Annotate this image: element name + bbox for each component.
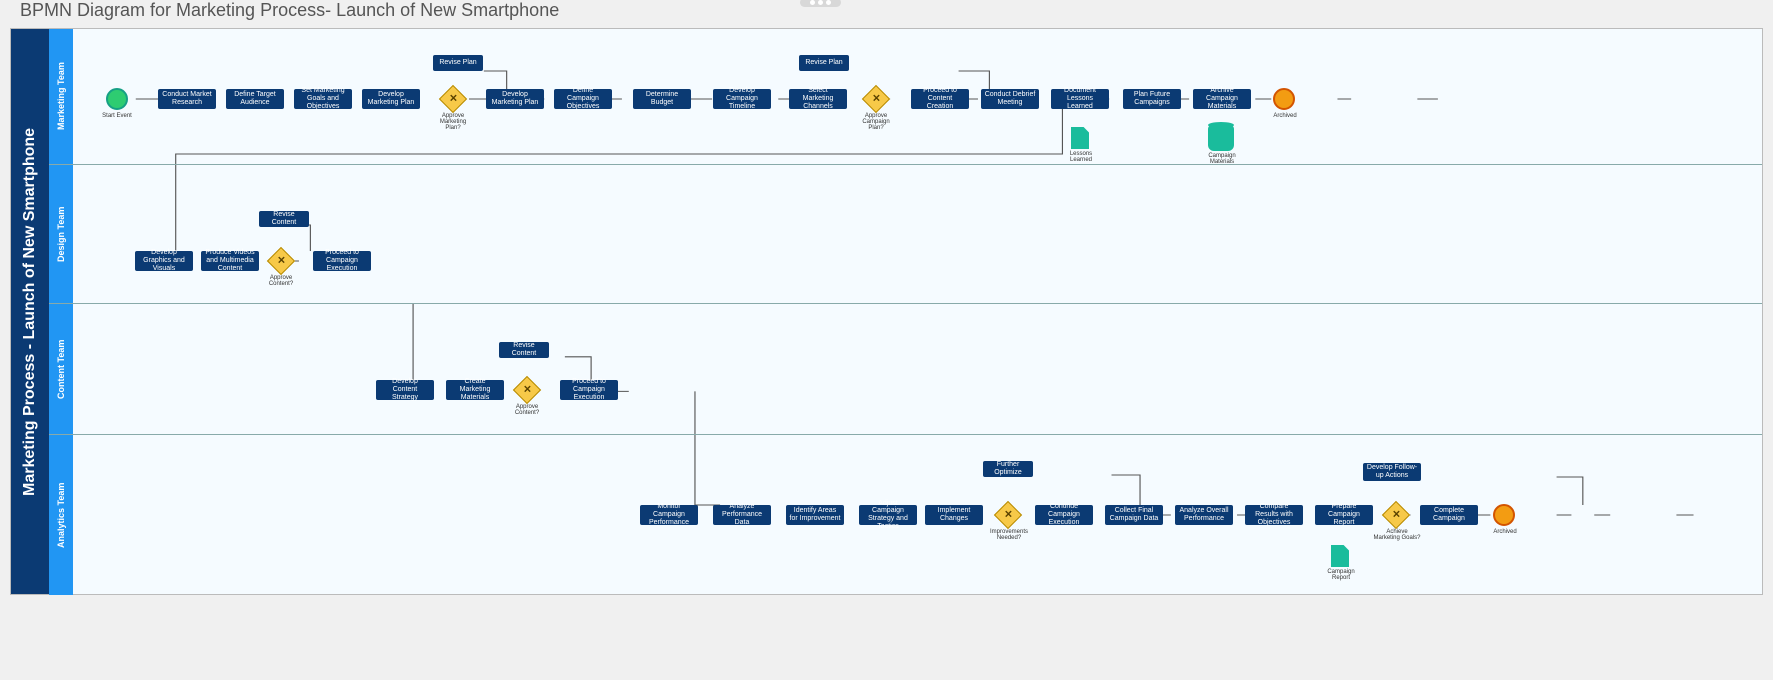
task-continue-campaign-execution[interactable]: Continue Campaign Execution: [1035, 505, 1093, 525]
end-event-label-marketing: Archived: [1265, 113, 1305, 119]
task-select-marketing-channels[interactable]: Select Marketing Channels: [789, 89, 847, 109]
task-analyze-overall-performance[interactable]: Analyze Overall Performance: [1175, 505, 1233, 525]
task-revise-design-content[interactable]: Revise Content: [259, 211, 309, 227]
lane-marketing: Marketing Team: [49, 29, 1762, 165]
task-determine-budget[interactable]: Determine Budget: [633, 89, 691, 109]
task-identify-areas-for-improvement[interactable]: Identify Areas for Improvement: [786, 505, 844, 525]
lane-body-analytics[interactable]: Monitor Campaign Performance Analyze Per…: [73, 435, 1762, 595]
task-complete-campaign[interactable]: Complete Campaign: [1420, 505, 1478, 525]
task-set-marketing-goals[interactable]: Set Marketing Goals and Objectives: [294, 89, 352, 109]
task-revise-plan-2[interactable]: Revise Plan: [799, 55, 849, 71]
gateway-label-content: Approve Content?: [507, 404, 547, 416]
task-proceed-to-content-creation[interactable]: Proceed to Content Creation: [911, 89, 969, 109]
data-object-campaign-report-label: Campaign Report: [1321, 569, 1361, 581]
diagram-container: Marketing Process - Launch of New Smartp…: [10, 28, 1763, 595]
more-options-button[interactable]: [800, 0, 841, 7]
task-define-target-audience[interactable]: Define Target Audience: [226, 89, 284, 109]
lane-body-marketing[interactable]: Start Event Conduct Market Research Defi…: [73, 29, 1762, 164]
lane-label-design: Design Team: [49, 165, 73, 303]
task-proceed-to-campaign-execution-design[interactable]: Proceed to Campaign Execution: [313, 251, 371, 271]
flow-lines: [73, 165, 1762, 303]
gateway-label-1: Approve Marketing Plan?: [433, 113, 473, 131]
dot-icon: [818, 0, 823, 5]
task-prepare-campaign-report[interactable]: Prepare Campaign Report: [1315, 505, 1373, 525]
gateway-label-2: Approve Campaign Plan?: [856, 113, 896, 131]
task-implement-changes[interactable]: Implement Changes: [925, 505, 983, 525]
dot-icon: [826, 0, 831, 5]
lane-label-content: Content Team: [49, 304, 73, 434]
end-event-marketing[interactable]: [1273, 88, 1295, 110]
task-document-lessons-learned[interactable]: Document Lessons Learned: [1051, 89, 1109, 109]
task-plan-future-campaigns[interactable]: Plan Future Campaigns: [1123, 89, 1181, 109]
task-develop-marketing-plan-2[interactable]: Develop Marketing Plan: [486, 89, 544, 109]
gateway-label-design: Approve Content?: [261, 275, 301, 287]
lane-body-content[interactable]: Develop Content Strategy Create Marketin…: [73, 304, 1762, 434]
task-revise-content[interactable]: Revise Content: [499, 342, 549, 358]
data-store-materials-label: Campaign Materials: [1201, 153, 1243, 165]
task-develop-campaign-timeline[interactable]: Develop Campaign Timeline: [713, 89, 771, 109]
lanes-container: Marketing Team: [49, 29, 1762, 594]
end-event-analytics[interactable]: [1493, 504, 1515, 526]
lane-design: Design Team Develop Graphics and Visuals…: [49, 165, 1762, 304]
pool-label: Marketing Process - Launch of New Smartp…: [11, 29, 49, 594]
task-develop-followup-actions[interactable]: Develop Follow-up Actions: [1363, 463, 1421, 481]
gateway-approve-campaign-plan[interactable]: [862, 85, 890, 113]
flow-lines: [73, 304, 1762, 434]
bpmn-pool: Marketing Process - Launch of New Smartp…: [11, 29, 1762, 594]
task-analyze-performance-data[interactable]: Analyze Performance Data: [713, 505, 771, 525]
task-revise-plan-1[interactable]: Revise Plan: [433, 55, 483, 71]
start-event[interactable]: [106, 88, 128, 110]
task-create-marketing-materials[interactable]: Create Marketing Materials: [446, 380, 504, 400]
task-collect-final-campaign-data[interactable]: Collect Final Campaign Data: [1105, 505, 1163, 525]
page-title: BPMN Diagram for Marketing Process- Laun…: [20, 0, 559, 21]
lane-content: Content Team Develop Content Strategy Cr…: [49, 304, 1762, 435]
gateway-label-goals: Achieve Marketing Goals?: [1373, 529, 1421, 541]
data-store-materials[interactable]: [1208, 125, 1234, 151]
end-event-label-analytics: Archived: [1485, 529, 1525, 535]
gateway-improvements-needed[interactable]: [994, 501, 1022, 529]
dot-icon: [810, 0, 815, 5]
task-define-campaign-objectives[interactable]: Define Campaign Objectives: [554, 89, 612, 109]
start-event-label: Start Event: [97, 113, 137, 119]
task-archive-campaign-materials[interactable]: Archive Campaign Materials: [1193, 89, 1251, 109]
task-develop-marketing-plan[interactable]: Develop Marketing Plan: [362, 89, 420, 109]
task-develop-content-strategy[interactable]: Develop Content Strategy: [376, 380, 434, 400]
task-develop-graphics[interactable]: Develop Graphics and Visuals: [135, 251, 193, 271]
data-object-campaign-report[interactable]: [1331, 545, 1349, 567]
task-produce-videos[interactable]: Produce Videos and Multimedia Content: [201, 251, 259, 271]
lane-label-marketing: Marketing Team: [49, 29, 73, 164]
task-conduct-debrief-meeting[interactable]: Conduct Debrief Meeting: [981, 89, 1039, 109]
task-monitor-campaign-performance[interactable]: Monitor Campaign Performance: [640, 505, 698, 525]
gateway-label-improvements: Improvements Needed?: [985, 529, 1033, 541]
data-object-lessons[interactable]: [1071, 127, 1089, 149]
gateway-approve-design-content[interactable]: [267, 247, 295, 275]
task-further-optimize[interactable]: Further Optimize: [983, 461, 1033, 477]
gateway-approve-marketing-plan[interactable]: [439, 85, 467, 113]
lane-body-design[interactable]: Develop Graphics and Visuals Produce Vid…: [73, 165, 1762, 303]
lane-label-analytics: Analytics Team: [49, 435, 73, 595]
task-conduct-market-research[interactable]: Conduct Market Research: [158, 89, 216, 109]
task-compare-results-with-objectives[interactable]: Compare Results with Objectives: [1245, 505, 1303, 525]
task-proceed-to-campaign-execution-content[interactable]: Proceed to Campaign Execution: [560, 380, 618, 400]
data-object-lessons-label: Lessons Learned: [1061, 151, 1101, 163]
gateway-approve-content[interactable]: [513, 376, 541, 404]
task-adjust-campaign-strategy[interactable]: Adjust Campaign Strategy and Tactics: [859, 505, 917, 525]
page-header: BPMN Diagram for Marketing Process- Laun…: [0, 0, 1773, 20]
credit-text: [0, 595, 1773, 599]
lane-analytics: Analytics Team: [49, 435, 1762, 595]
gateway-achieve-marketing-goals[interactable]: [1382, 501, 1410, 529]
